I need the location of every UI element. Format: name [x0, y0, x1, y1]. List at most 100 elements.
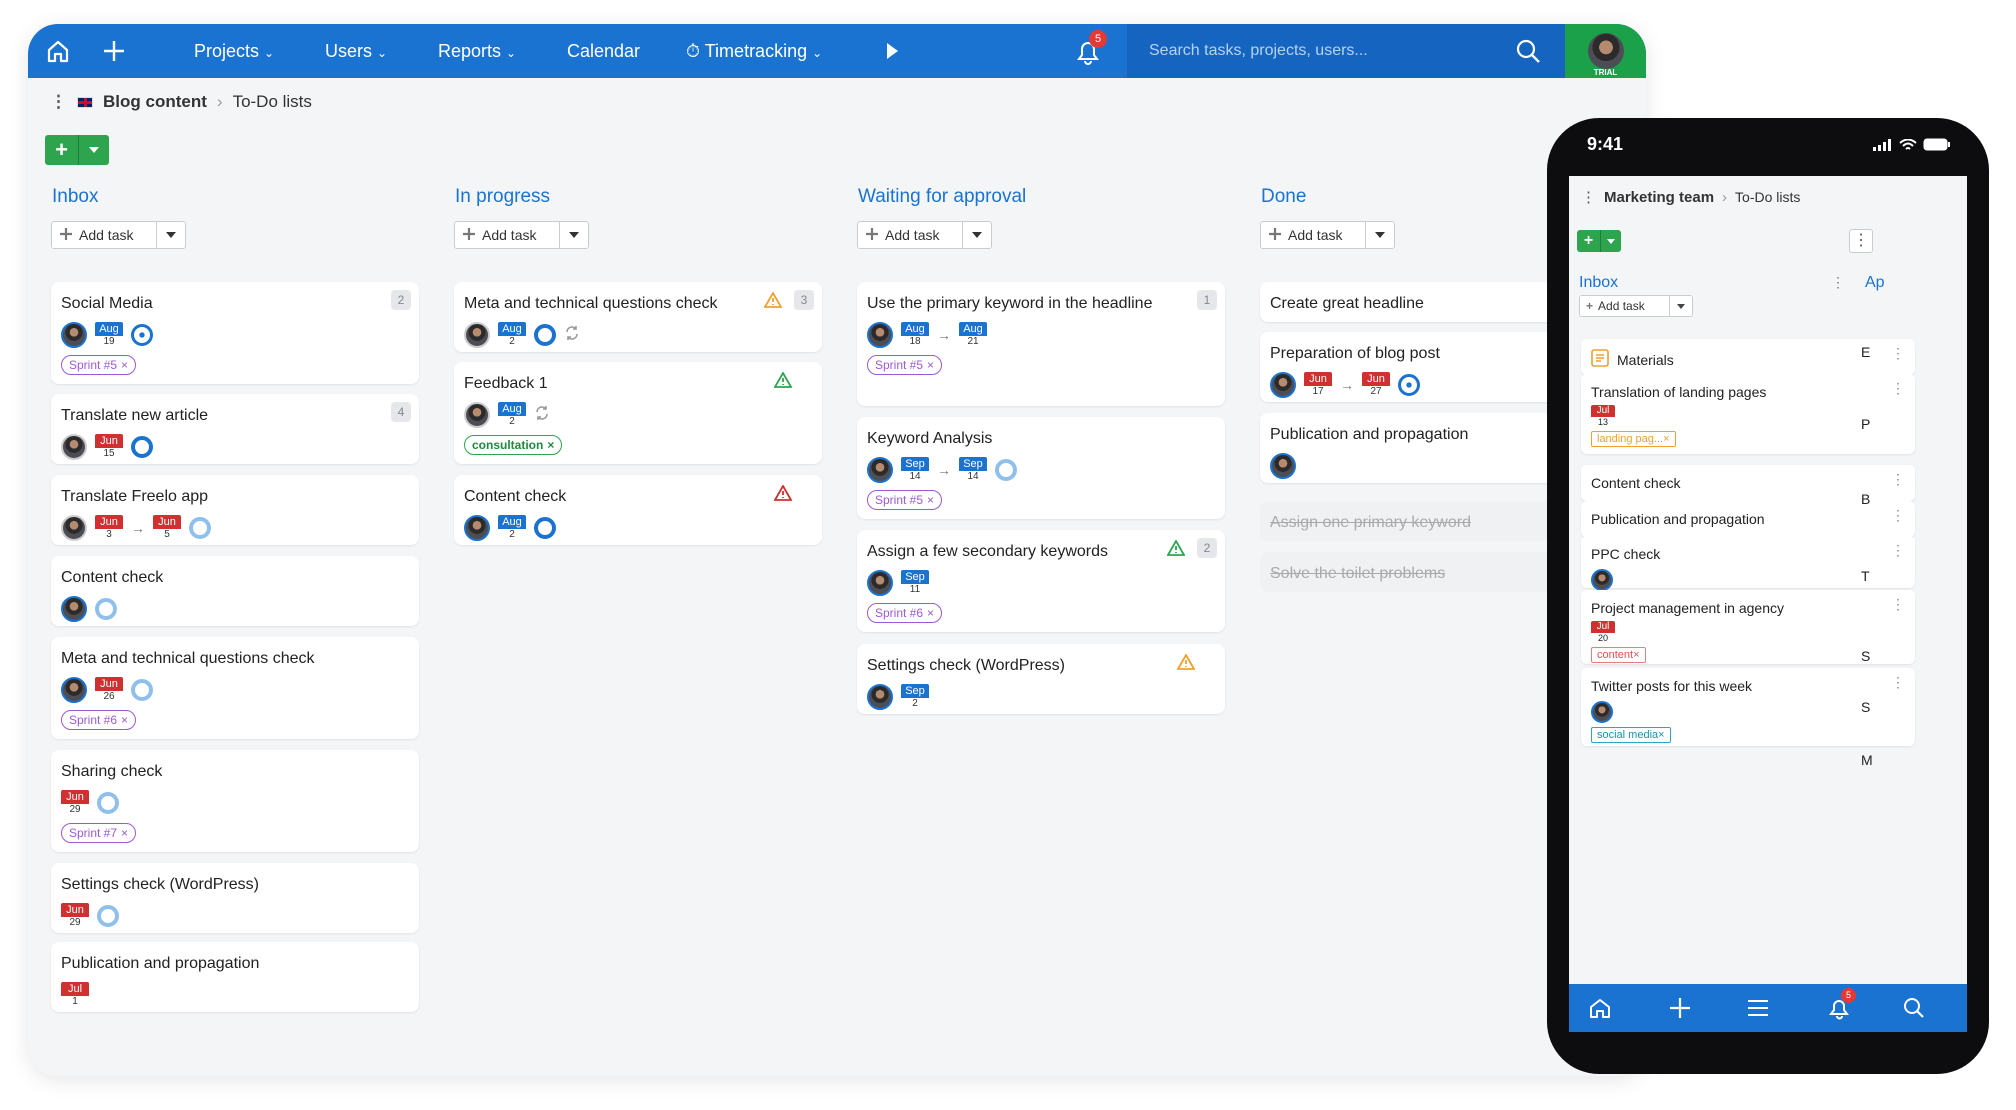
close-icon[interactable]: ×	[121, 713, 128, 727]
assignee-avatar[interactable]	[867, 322, 893, 348]
task-title[interactable]: Meta and technical questions check	[464, 293, 812, 314]
breadcrumb-project[interactable]: Blog content	[103, 92, 207, 112]
task-title[interactable]: Keyword Analysis	[867, 428, 1215, 449]
task-title[interactable]: Settings check (WordPress)	[867, 655, 1215, 676]
task-title[interactable]: Settings check (WordPress)	[61, 874, 409, 895]
add-task-button[interactable]: Add task	[454, 221, 589, 249]
assignee-avatar[interactable]	[867, 684, 893, 710]
mobile-breadcrumb-project[interactable]: Marketing team	[1604, 189, 1714, 206]
close-icon[interactable]: ×	[927, 606, 934, 620]
search-icon[interactable]	[1903, 984, 1925, 1032]
task-card[interactable]: Meta and technical questions check 3 Aug 2	[454, 282, 822, 352]
add-task-button[interactable]: Add task	[51, 221, 186, 249]
more-vertical-icon[interactable]: ⋮	[1831, 274, 1845, 291]
task-card[interactable]: Translate Freelo app Jun 3 → Jun 5	[51, 475, 419, 545]
plus-icon[interactable]	[102, 24, 126, 78]
assignee-avatar[interactable]	[464, 322, 490, 348]
mobile-task-card[interactable]: Translation of landing pages ⋮ Jul 13 landin…	[1581, 374, 1915, 454]
label-tag[interactable]: social media ×	[1591, 727, 1671, 743]
nav-timetracking[interactable]: ⏱ Timetracking ⌄	[686, 24, 822, 78]
task-card[interactable]: Publication and propagation Jul 1	[51, 942, 419, 1012]
assignee-avatar[interactable]	[61, 677, 87, 703]
task-title[interactable]: Translate new article	[61, 405, 409, 426]
task-card[interactable]: Meta and technical questions check Jun 26 S…	[51, 637, 419, 739]
mobile-task-title[interactable]: Twitter posts for this week	[1591, 678, 1752, 695]
task-title[interactable]: Assign a few secondary keywords	[867, 541, 1215, 562]
close-icon[interactable]: ×	[1633, 649, 1639, 661]
plus-icon[interactable]: +	[1577, 230, 1601, 252]
close-icon[interactable]: ×	[927, 358, 934, 372]
more-vertical-icon[interactable]: ⋮	[1891, 471, 1905, 488]
close-icon[interactable]: ×	[927, 493, 934, 507]
notifications-bell-icon[interactable]: 5	[1073, 24, 1107, 78]
task-card[interactable]: Sharing check Jun 29 Sprint #7 ×	[51, 750, 419, 852]
task-title[interactable]: Content check	[464, 486, 812, 507]
more-vertical-icon[interactable]: ⋮	[1891, 380, 1905, 397]
assignee-avatar[interactable]	[1591, 569, 1613, 591]
breadcrumb-section[interactable]: To-Do lists	[233, 92, 312, 112]
add-task-button[interactable]: Add task	[857, 221, 992, 249]
add-task-main[interactable]: Add task	[858, 222, 963, 248]
task-title[interactable]: Use the primary keyword in the headline	[867, 293, 1215, 314]
close-icon[interactable]: ×	[1658, 729, 1664, 741]
task-card[interactable]: Feedback 1 Aug 2 consultation ×	[454, 362, 822, 464]
assignee-avatar[interactable]	[464, 515, 490, 541]
caret-down-icon[interactable]	[79, 135, 109, 165]
more-vertical-icon[interactable]: ⋮	[1581, 188, 1596, 206]
task-title[interactable]: Meta and technical questions check	[61, 648, 409, 669]
add-item-split-button[interactable]: +	[45, 135, 109, 165]
task-card[interactable]: Content check	[51, 556, 419, 626]
close-icon[interactable]: ×	[1663, 433, 1669, 445]
task-title[interactable]: Publication and propagation	[61, 953, 409, 974]
task-card[interactable]: Translate new article 4 Jun 15	[51, 394, 419, 464]
nav-calendar[interactable]: Calendar	[567, 24, 640, 78]
mobile-task-title[interactable]: Content check	[1591, 475, 1681, 492]
add-task-main[interactable]: Add task	[52, 222, 157, 248]
caret-down-icon[interactable]	[1670, 296, 1692, 316]
caret-down-icon[interactable]	[157, 222, 185, 248]
assignee-avatar[interactable]	[867, 457, 893, 483]
more-vertical-icon[interactable]: ⋮	[1891, 542, 1905, 559]
label-tag[interactable]: Sprint #5 ×	[61, 355, 137, 375]
assignee-avatar[interactable]	[61, 515, 87, 541]
label-tag[interactable]: Sprint #5 ×	[867, 490, 943, 510]
task-card[interactable]: Keyword Analysis Sep 14 → Sep 14 Sprint #5 ×	[857, 417, 1225, 519]
search-icon[interactable]	[1515, 38, 1541, 64]
task-title[interactable]: Social Media	[61, 293, 409, 314]
assignee-avatar[interactable]	[1270, 372, 1296, 398]
home-icon[interactable]	[1589, 984, 1611, 1032]
task-card[interactable]: Assign a few secondary keywords 2 Sep 11 Spr…	[857, 530, 1225, 632]
more-vertical-icon[interactable]: ⋮	[50, 92, 67, 112]
mobile-task-title[interactable]: Translation of landing pages	[1591, 384, 1766, 401]
task-title[interactable]: Translate Freelo app	[61, 486, 409, 507]
add-task-button[interactable]: Add task	[1260, 221, 1395, 249]
mobile-task-title[interactable]: Materials	[1617, 352, 1674, 369]
mobile-task-title[interactable]: PPC check	[1591, 546, 1660, 563]
close-icon[interactable]: ×	[121, 358, 128, 372]
caret-down-icon[interactable]	[963, 222, 991, 248]
mobile-add-task-button[interactable]: + Add task	[1579, 295, 1693, 317]
task-title[interactable]: Sharing check	[61, 761, 409, 782]
menu-icon[interactable]	[1747, 984, 1769, 1032]
assignee-avatar[interactable]	[61, 596, 87, 622]
assignee-avatar[interactable]	[1591, 701, 1613, 723]
task-card[interactable]: Settings check (WordPress) Jun 29	[51, 863, 419, 933]
more-vertical-icon[interactable]: ⋮	[1891, 507, 1905, 524]
close-icon[interactable]: ×	[121, 826, 128, 840]
notifications-bell-icon[interactable]: 5	[1827, 984, 1856, 1032]
caret-down-icon[interactable]	[560, 222, 588, 248]
mobile-task-title[interactable]: Publication and propagation	[1591, 511, 1765, 528]
mobile-task-title[interactable]: Project management in agency	[1591, 600, 1784, 617]
caret-down-icon[interactable]	[1601, 230, 1621, 252]
mobile-add-split-button[interactable]: +	[1577, 230, 1621, 252]
task-title[interactable]: Feedback 1	[464, 373, 812, 394]
plus-icon[interactable]: +	[45, 135, 79, 165]
more-vertical-icon[interactable]: ⋮	[1891, 345, 1905, 362]
play-icon[interactable]	[884, 24, 900, 78]
user-avatar-menu[interactable]: TRIAL	[1565, 24, 1646, 78]
label-tag[interactable]: Sprint #5 ×	[867, 355, 943, 375]
close-icon[interactable]: ×	[547, 438, 554, 452]
assignee-avatar[interactable]	[1270, 453, 1296, 479]
label-tag[interactable]: landing pag... ×	[1591, 431, 1676, 447]
label-tag[interactable]: content ×	[1591, 647, 1646, 663]
